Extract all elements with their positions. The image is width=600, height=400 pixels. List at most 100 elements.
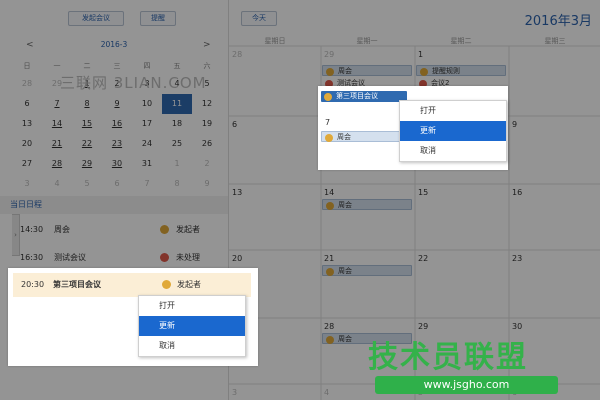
menu-open[interactable]: 打开 xyxy=(139,296,245,316)
menu-update[interactable]: 更新 xyxy=(400,121,506,141)
mini-day[interactable]: 24 xyxy=(132,134,162,154)
mini-day[interactable]: 27 xyxy=(12,154,42,174)
day-number: 28 xyxy=(232,50,243,59)
day-number: 23 xyxy=(512,254,523,263)
selected-calendar-event[interactable]: 第三项目会议 xyxy=(321,91,407,102)
mini-day[interactable]: 18 xyxy=(162,114,192,134)
weekday-header: 星期日 xyxy=(264,37,286,45)
today-schedule-heading: 当日日程 xyxy=(0,196,228,214)
person-icon xyxy=(326,336,334,344)
status-dot-icon xyxy=(160,253,169,262)
mini-day[interactable]: 13 xyxy=(12,114,42,134)
mini-day[interactable]: 29 xyxy=(72,154,102,174)
mini-day[interactable]: 26 xyxy=(192,134,222,154)
mini-day[interactable]: 11 xyxy=(162,94,192,114)
day-number: 21 xyxy=(324,254,335,263)
day-number: 20 xyxy=(232,254,243,263)
schedule-row[interactable]: 14:30 周会 发起者 xyxy=(0,218,228,242)
mini-day[interactable]: 23 xyxy=(102,134,132,154)
calendar-event[interactable]: 提醒规则 xyxy=(416,65,506,76)
calendar-event[interactable]: 周会 xyxy=(322,65,412,76)
mini-day[interactable]: 28 xyxy=(42,154,72,174)
mini-day[interactable]: 4 xyxy=(42,174,72,194)
schedule-context-menu: 打开 更新 取消 xyxy=(138,295,246,357)
mini-day[interactable]: 22 xyxy=(72,134,102,154)
mini-day[interactable]: 20 xyxy=(12,134,42,154)
person-icon xyxy=(326,68,334,76)
mini-day[interactable]: 1 xyxy=(162,154,192,174)
mini-day[interactable]: 14 xyxy=(42,114,72,134)
day-number: 30 xyxy=(512,322,523,331)
mini-next-month-button[interactable]: > xyxy=(203,40,211,50)
mini-day[interactable]: 30 xyxy=(102,154,132,174)
event-title: 周会 xyxy=(338,335,352,343)
person-icon xyxy=(160,225,169,234)
day-number: 16 xyxy=(512,188,523,197)
day-number: 15 xyxy=(418,188,429,197)
mini-day[interactable]: 7 xyxy=(42,94,72,114)
calendar-highlight-panel: 第三项目会议 7 周会 打开 更新 取消 xyxy=(318,86,508,170)
mini-day[interactable]: 31 xyxy=(132,154,162,174)
mini-day[interactable]: 6 xyxy=(102,174,132,194)
mini-day[interactable]: 16 xyxy=(102,114,132,134)
schedule-name: 第三项目会议 xyxy=(53,280,101,289)
mini-day[interactable]: 15 xyxy=(72,114,102,134)
brand-logo: 技术员联盟 xyxy=(368,340,528,375)
schedule-name: 周会 xyxy=(54,225,70,234)
brand-url: www.jsgho.com xyxy=(375,376,558,394)
person-icon xyxy=(162,280,171,289)
mini-day[interactable]: 5 xyxy=(72,174,102,194)
event-title: 周会 xyxy=(338,267,352,275)
event-title: 周会 xyxy=(337,133,351,141)
menu-cancel[interactable]: 取消 xyxy=(139,336,245,356)
menu-cancel[interactable]: 取消 xyxy=(400,141,506,161)
day-number: 3 xyxy=(232,388,238,397)
mini-day[interactable]: 19 xyxy=(192,114,222,134)
mini-day[interactable]: 7 xyxy=(132,174,162,194)
event-title: 周会 xyxy=(338,67,352,75)
mini-day[interactable]: 17 xyxy=(132,114,162,134)
person-icon xyxy=(325,134,333,142)
mini-day[interactable]: 10 xyxy=(132,94,162,114)
day-number: 9 xyxy=(512,120,518,129)
menu-update[interactable]: 更新 xyxy=(139,316,245,336)
schedule-status: 发起者 xyxy=(177,280,201,289)
schedule-row[interactable]: 16:30 测试会议 未处理 xyxy=(0,246,228,270)
mini-weekday-label: 日 xyxy=(23,62,31,70)
weekday-header: 星期三 xyxy=(544,37,566,45)
mini-month-label: 2016-3 xyxy=(100,40,128,49)
mini-day[interactable]: 3 xyxy=(12,174,42,194)
calendar-event[interactable]: 周会 xyxy=(322,265,412,276)
calendar-event[interactable]: 周会 xyxy=(322,199,412,210)
mini-day[interactable]: 12 xyxy=(192,94,222,114)
day-number: 29 xyxy=(324,50,335,59)
person-icon xyxy=(324,93,332,101)
day-number: 22 xyxy=(418,254,429,263)
day-number: 6 xyxy=(232,120,238,129)
schedule-time: 20:30 xyxy=(21,280,45,289)
day-number: 7 xyxy=(325,118,331,127)
person-icon xyxy=(326,202,334,210)
reminder-button[interactable]: 提醒 xyxy=(140,11,176,26)
mini-day[interactable]: 9 xyxy=(102,94,132,114)
start-meeting-button[interactable]: 发起会议 xyxy=(68,11,124,26)
schedule-highlight-panel: 20:30 第三项目会议 发起者 打开 更新 取消 xyxy=(8,268,258,366)
selected-schedule-row[interactable]: 20:30 第三项目会议 发起者 xyxy=(13,273,251,297)
calendar-event[interactable]: 周会 xyxy=(321,131,401,142)
mini-day[interactable]: 25 xyxy=(162,134,192,154)
mini-day[interactable]: 28 xyxy=(12,74,42,94)
weekday-header: 星期一 xyxy=(356,37,378,45)
mini-day[interactable]: 2 xyxy=(192,154,222,174)
day-number: 29 xyxy=(418,322,429,331)
mini-day[interactable]: 8 xyxy=(162,174,192,194)
event-title: 第三项目会议 xyxy=(336,92,378,100)
mini-day[interactable]: 8 xyxy=(72,94,102,114)
mini-day[interactable]: 9 xyxy=(192,174,222,194)
menu-open[interactable]: 打开 xyxy=(400,101,506,121)
mini-day[interactable]: 6 xyxy=(12,94,42,114)
day-number: 28 xyxy=(324,322,335,331)
event-title: 周会 xyxy=(338,201,352,209)
person-icon xyxy=(326,268,334,276)
mini-day[interactable]: 21 xyxy=(42,134,72,154)
day-number: 14 xyxy=(324,188,335,197)
